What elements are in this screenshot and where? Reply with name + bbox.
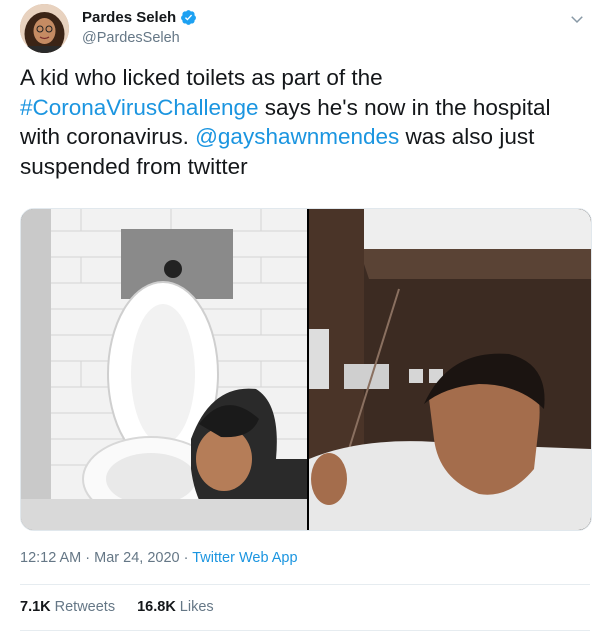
- retweets-count: 7.1K: [20, 599, 51, 615]
- tweet-text-part: suspended from twitter: [20, 153, 248, 179]
- likes-count: 16.8K: [137, 599, 176, 615]
- tweet-stats: 7.1K Retweets 16.8K Likes: [20, 599, 214, 615]
- verified-badge-icon: [181, 10, 197, 25]
- author-name-row[interactable]: Pardes Seleh: [82, 9, 197, 26]
- retweets-label: Retweets: [54, 599, 116, 615]
- tweet-text-part: was also just: [399, 124, 535, 149]
- tweet-text-part: says he's now in the hospital: [258, 94, 551, 120]
- tweet-source-app[interactable]: Twitter Web App: [192, 550, 297, 566]
- chevron-down-icon[interactable]: [568, 10, 586, 28]
- divider: [20, 584, 590, 585]
- author-handle[interactable]: @PardesSeleh: [82, 30, 180, 46]
- media-image-hospital[interactable]: [309, 209, 591, 530]
- tweet-time[interactable]: 12:12 AM: [20, 550, 81, 566]
- mention-link[interactable]: @gayshawnmendes: [195, 124, 399, 149]
- author-name[interactable]: Pardes Seleh: [82, 9, 176, 26]
- media-image-toilet[interactable]: [21, 209, 307, 530]
- media-container: [20, 208, 592, 531]
- retweets-stat[interactable]: 7.1K Retweets: [20, 599, 115, 615]
- meta-separator: ·: [179, 550, 193, 566]
- likes-label: Likes: [179, 599, 214, 615]
- tweet-card: Pardes Seleh @PardesSeleh A kid who lick…: [0, 0, 614, 633]
- tweet-text: A kid who licked toilets as part of the #…: [20, 63, 600, 181]
- tweet-text-part: with coronavirus.: [20, 124, 196, 149]
- tweet-meta: 12:12 AM · Mar 24, 2020 · Twitter Web Ap…: [20, 550, 298, 566]
- tweet-date[interactable]: Mar 24, 2020: [94, 550, 179, 566]
- tweet-text-part: A kid who licked toilets as part of the: [20, 65, 383, 90]
- meta-separator: ·: [81, 550, 95, 566]
- hashtag-link[interactable]: #CoronaVirusChallenge: [20, 95, 259, 120]
- divider: [20, 630, 590, 631]
- likes-stat[interactable]: 16.8K Likes: [137, 599, 214, 615]
- avatar[interactable]: [20, 4, 69, 53]
